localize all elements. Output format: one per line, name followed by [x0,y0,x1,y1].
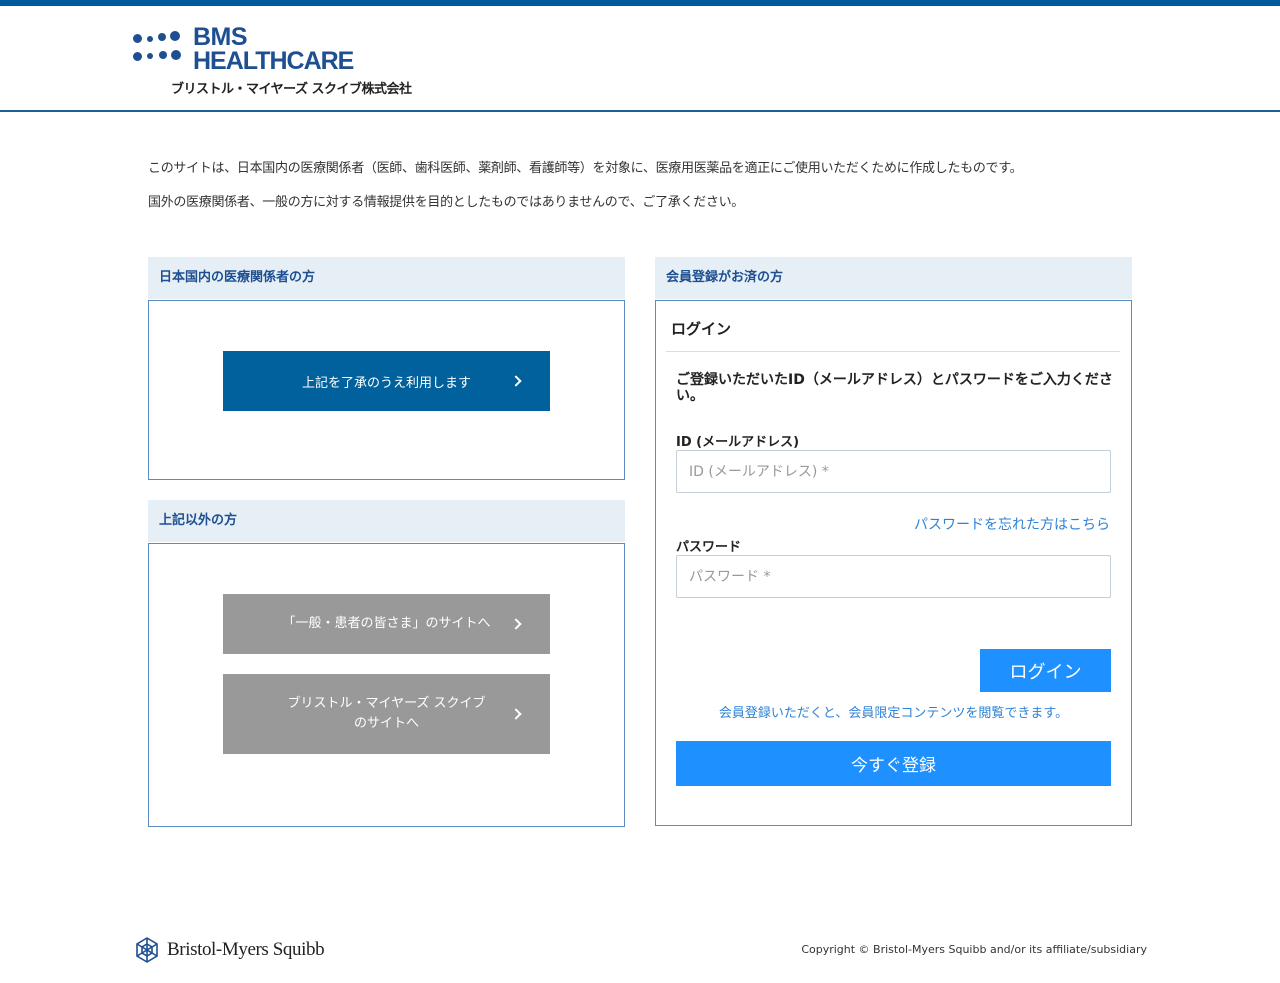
copyright-text: Copyright © Bristol-Myers Squibb and/or … [801,943,1147,956]
bms-emblem-icon [136,937,158,963]
bms-healthcare-logo[interactable]: BMS HEALTHCARE ブリストル・マイヤーズ スクイブ株式会社 [133,24,412,99]
domestic-panel-heading: 日本国内の医療関係者の方 [148,257,625,299]
member-benefit-note: 会員登録いただくと、会員限定コンテンツを閲覧できます。 [718,706,1069,721]
logo-company-name: ブリストル・マイヤーズ スクイブ株式会社 [171,82,412,97]
password-input[interactable] [676,555,1111,598]
patient-site-button-label: 「一般・患者の皆さま」のサイトへ [282,616,491,631]
bms-site-button-line1: ブリストル・マイヤーズ スクイブ [287,696,486,711]
bms-site-button-line2: のサイトへ [353,716,419,731]
login-button[interactable]: ログイン [980,649,1111,692]
bms-site-button[interactable]: ブリストル・マイヤーズ スクイブ のサイトへ [223,674,550,754]
login-title: ログイン [671,320,732,338]
password-field-label: パスワード [676,540,742,555]
login-divider [666,351,1120,352]
chevron-right-icon [510,375,522,387]
email-id-input[interactable] [676,450,1111,493]
login-instruction: ご登録いただいたID（メールアドレス）とパスワードをご入力ください。 [676,372,1113,404]
forgot-password-link[interactable]: パスワードを忘れた方はこちら [914,514,1110,534]
chevron-right-icon [510,708,522,720]
id-field-label: ID (メールアドレス) [676,435,800,450]
logo-dots-icon [133,31,187,67]
accept-and-enter-button[interactable]: 上記を了承のうえ利用します [223,351,550,411]
accept-button-label: 上記を了承のうえ利用します [301,375,471,391]
logo-text-healthcare: HEALTHCARE [193,47,354,75]
footer-company-name: Bristol-Myers Squibb [167,939,325,960]
other-panel-heading: 上記以外の方 [148,500,625,542]
intro-line-1: このサイトは、日本国内の医療関係者（医師、歯科医師、薬剤師、看護師等）を対象に、… [148,161,1023,176]
intro-notice: このサイトは、日本国内の医療関係者（医師、歯科医師、薬剤師、看護師等）を対象に、… [148,152,1023,220]
register-now-button[interactable]: 今すぐ登録 [676,741,1111,786]
site-header: BMS HEALTHCARE ブリストル・マイヤーズ スクイブ株式会社 [0,6,1280,112]
chevron-right-icon [510,618,522,630]
intro-line-2: 国外の医療関係者、一般の方に対する情報提供を目的としたものではありませんので、ご… [148,195,744,210]
bristol-myers-squibb-logo[interactable]: Bristol-Myers Squibb [133,936,325,964]
member-panel-heading: 会員登録がお済の方 [655,257,1132,299]
patient-site-button[interactable]: 「一般・患者の皆さま」のサイトへ [223,594,550,654]
